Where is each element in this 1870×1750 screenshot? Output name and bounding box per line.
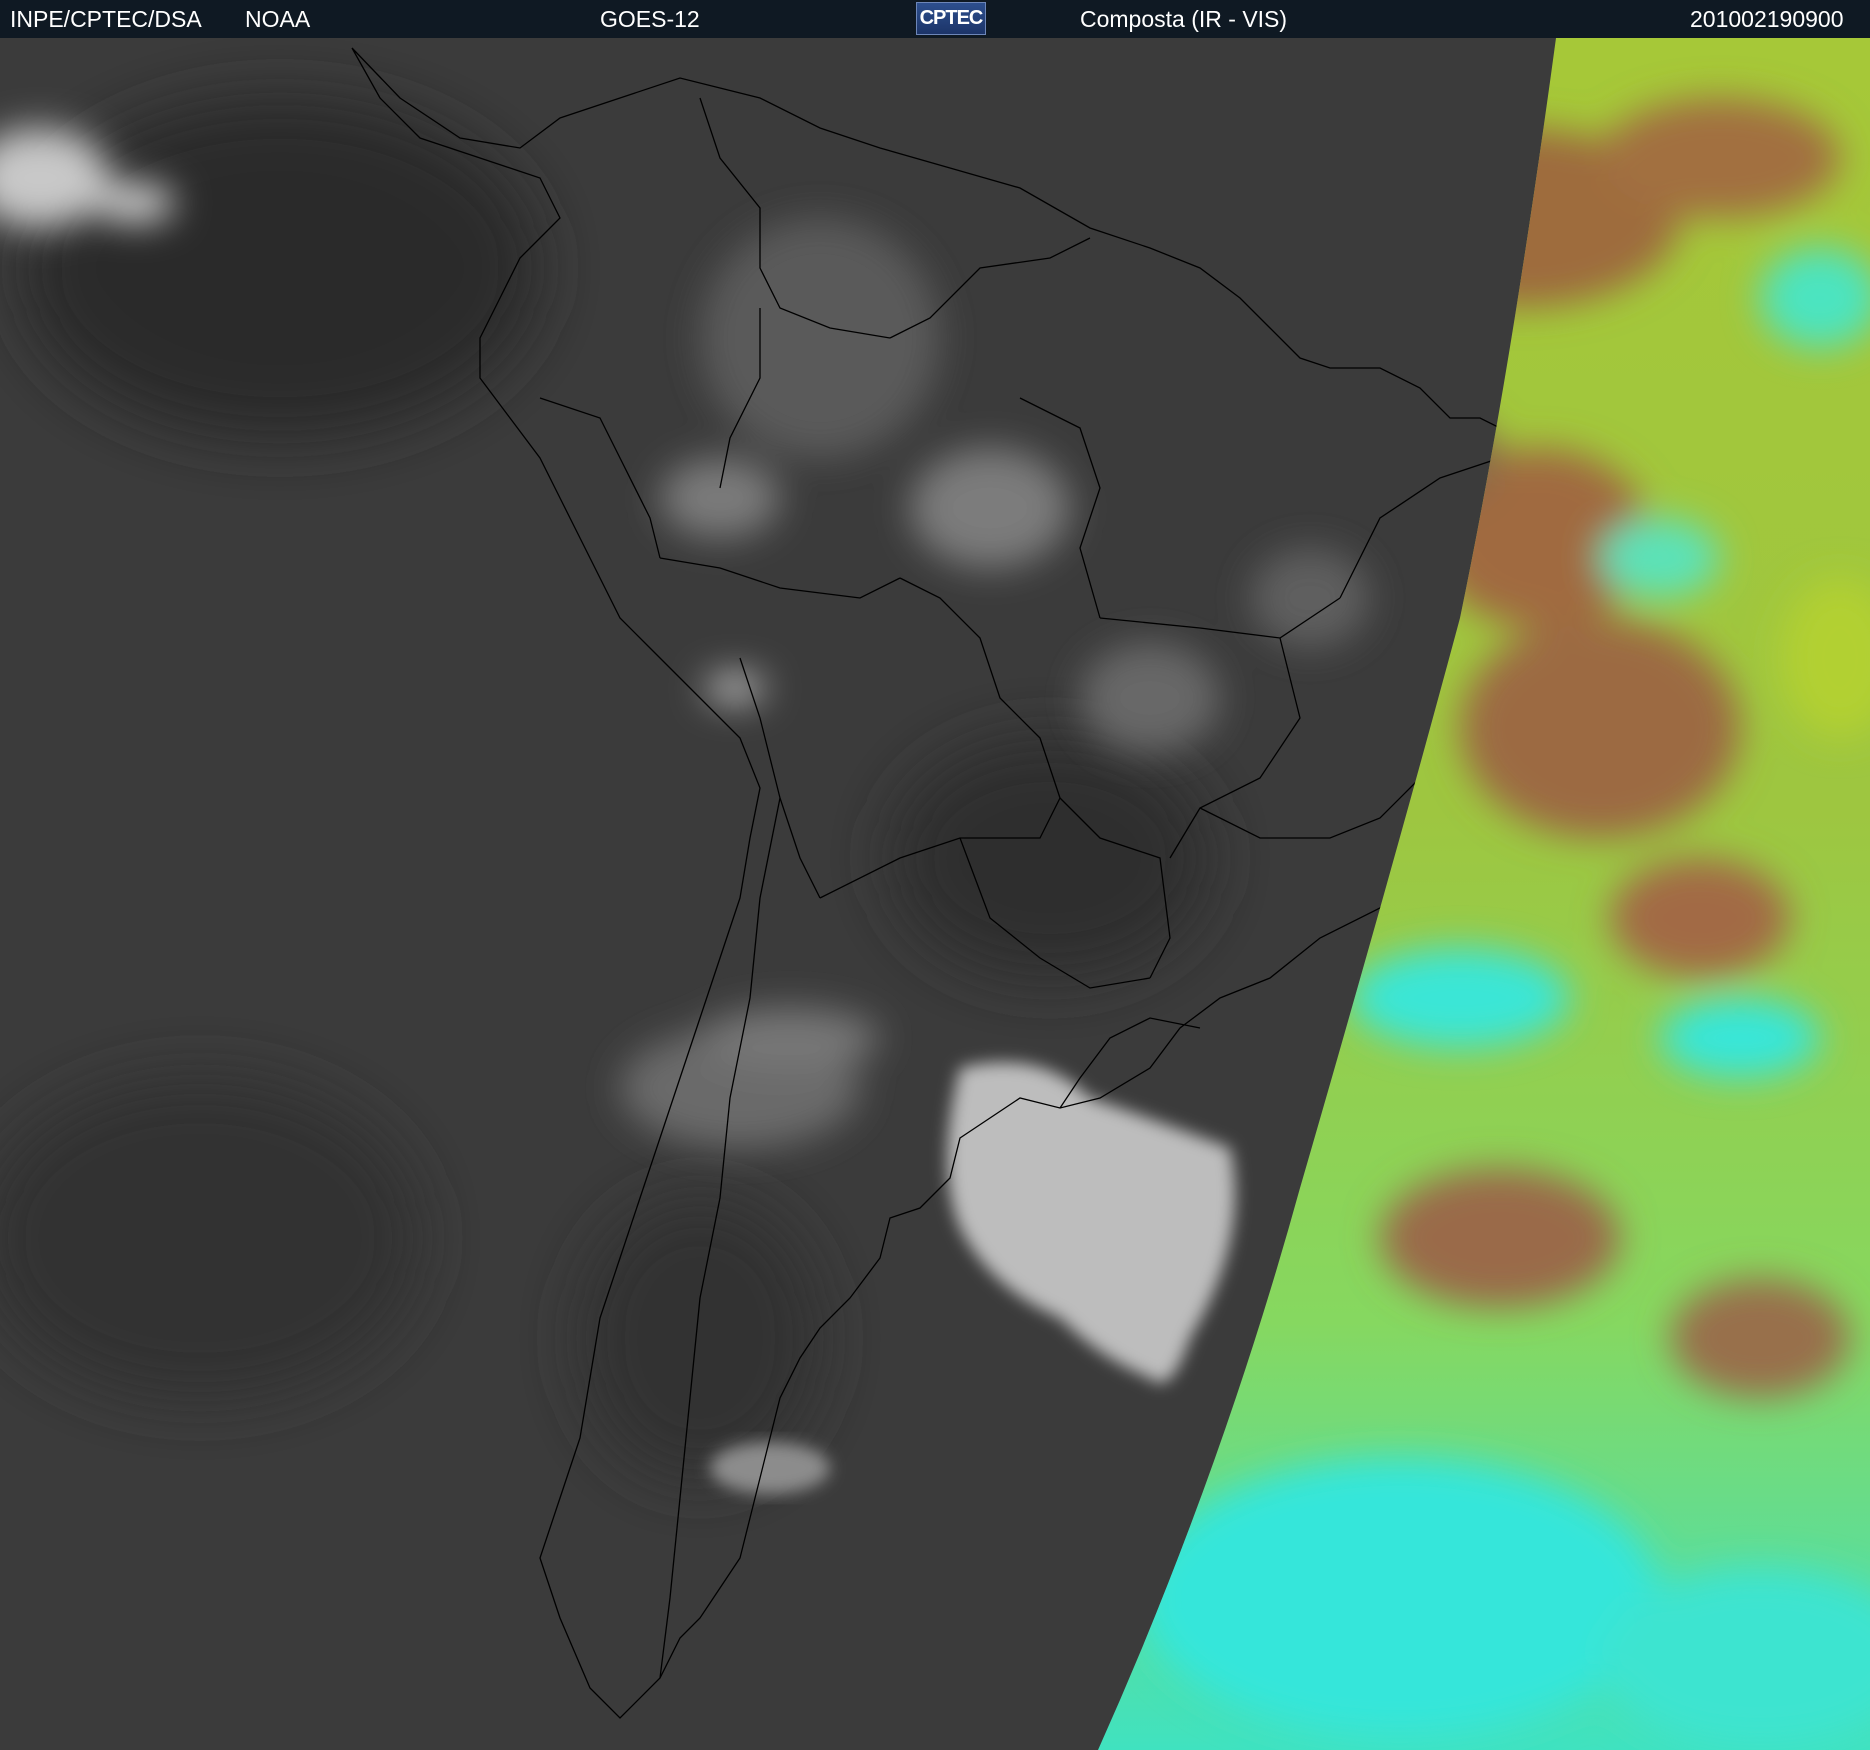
product-label: Composta (IR - VIS) — [1080, 6, 1288, 32]
institution-label: INPE/CPTEC/DSA — [10, 6, 202, 32]
satellite-image — [0, 38, 1870, 1750]
satellite-viewer: INPE/CPTEC/DSA NOAA GOES-12 CPTEC Compos… — [0, 0, 1870, 1750]
cptec-logo-icon: CPTEC — [916, 2, 986, 35]
header-bar: INPE/CPTEC/DSA NOAA GOES-12 CPTEC Compos… — [0, 0, 1870, 38]
patagonia-cloud — [710, 1442, 830, 1494]
satellite-label: GOES-12 — [600, 6, 700, 32]
logo-text: CPTEC — [919, 7, 984, 29]
timestamp-label: 201002190900 — [1690, 6, 1844, 32]
agency-label: NOAA — [245, 6, 311, 32]
